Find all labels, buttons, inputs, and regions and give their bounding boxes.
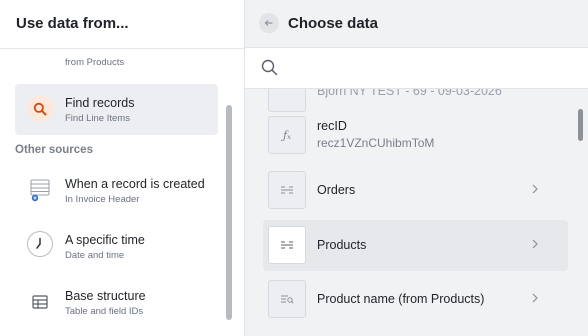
- source-item-record-created[interactable]: When a record is created In Invoice Head…: [15, 165, 218, 216]
- data-row-value: recz1VZnCUhibmToM: [317, 136, 435, 150]
- chevron-right-icon: [532, 184, 538, 194]
- back-button[interactable]: [259, 13, 279, 33]
- data-row-recid[interactable]: ƒₓ recID recz1VZnCUhibmToM: [263, 110, 568, 161]
- chevron-right-icon: [532, 293, 538, 303]
- left-scrollbar[interactable]: [226, 105, 232, 320]
- source-item-base-structure[interactable]: Base structure Table and field IDs: [15, 277, 218, 328]
- source-item-subtitle: Table and field IDs: [65, 306, 144, 317]
- search-bar: [245, 47, 588, 89]
- linked-record-icon: [268, 226, 306, 264]
- data-row-label: recID: [317, 119, 347, 133]
- search-icon: [27, 96, 53, 122]
- data-row-product-name[interactable]: Product name (from Products): [263, 274, 568, 325]
- search-icon: [261, 59, 278, 76]
- source-item-specific-time[interactable]: A specific time Date and time: [15, 221, 218, 272]
- formula-icon: ƒₓ: [268, 116, 306, 154]
- data-source-header: Use data from...: [0, 0, 244, 49]
- clock-icon: [27, 231, 53, 257]
- choose-data-header: Choose data: [245, 0, 588, 47]
- data-row-label: Products: [317, 238, 367, 252]
- source-item-title: A specific time: [65, 233, 145, 247]
- data-source-title: Use data from...: [16, 15, 129, 32]
- source-item-title: Base structure: [65, 289, 146, 303]
- record-created-icon: [27, 178, 53, 204]
- other-sources-heading: Other sources: [15, 144, 93, 156]
- data-row-products[interactable]: Products: [263, 220, 568, 271]
- arrow-left-icon: [264, 20, 273, 26]
- data-row-label: Product name (from Products): [317, 292, 485, 306]
- lookup-icon: [268, 280, 306, 318]
- choose-data-title: Choose data: [288, 15, 379, 32]
- source-item-subtitle: Find Line Items: [65, 113, 130, 124]
- source-item-title: Find records: [65, 96, 135, 110]
- data-source-panel: Use data from... from Products Find reco…: [0, 0, 245, 336]
- choose-data-panel: Choose data Bjorn NY TEST - 69 - 09-03-2…: [245, 0, 588, 336]
- right-scrollbar[interactable]: [578, 109, 583, 141]
- source-item-subtitle: Date and time: [65, 250, 125, 261]
- source-item-find-records[interactable]: Find records Find Line Items: [15, 84, 218, 135]
- data-row-label: Orders: [317, 183, 356, 197]
- chevron-right-icon: [532, 239, 538, 249]
- source-item-title: When a record is created: [65, 177, 205, 191]
- linked-record-icon: [268, 171, 306, 209]
- table-icon: [27, 289, 53, 315]
- source-item-subtitle: from Products: [65, 57, 125, 68]
- source-item-subtitle: In Invoice Header: [65, 194, 140, 205]
- search-input[interactable]: [285, 56, 579, 80]
- data-row-orders[interactable]: Orders: [263, 165, 568, 216]
